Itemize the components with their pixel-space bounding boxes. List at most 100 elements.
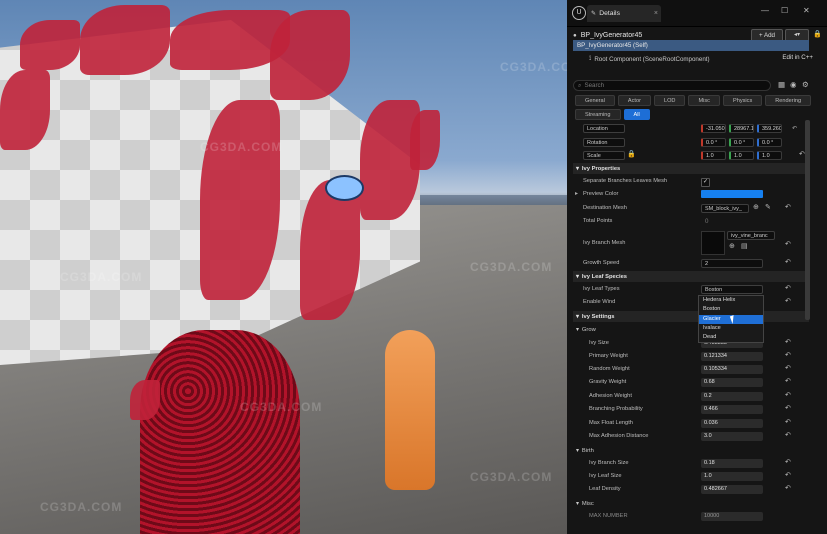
section-ivy-settings[interactable]: ▾ Ivy Settings — [573, 311, 809, 322]
filter-physics[interactable]: Physics — [722, 95, 763, 106]
destination-mesh-dropdown[interactable]: SM_block_ivy_ — [701, 204, 749, 213]
edit-in-cpp-link[interactable]: Edit in C++ — [782, 54, 813, 61]
subsection-title: Misc — [581, 500, 594, 507]
maximize-icon[interactable]: ☐ — [781, 6, 788, 15]
setting-label: Random Weight — [589, 366, 630, 372]
filter-rendering[interactable]: Rendering — [765, 95, 812, 106]
eye-icon[interactable]: ◉ — [790, 80, 797, 89]
setting-slider[interactable]: 0.482667 — [701, 485, 763, 494]
eyedropper-icon[interactable]: ✎ — [765, 203, 771, 211]
reset-arrow-icon[interactable]: ↶ — [785, 431, 791, 439]
chevron-down-icon: ▾ — [576, 165, 579, 172]
filter-misc[interactable]: Misc — [688, 95, 720, 106]
setting-slider[interactable]: 0.105334 — [701, 365, 763, 374]
reset-arrow-icon[interactable]: ↶ — [785, 471, 791, 479]
setting-slider[interactable]: 0.466 — [701, 405, 763, 414]
filter-actor[interactable]: Actor — [617, 95, 651, 106]
rotation-x-field[interactable]: 0.0 ° — [701, 138, 726, 147]
reset-arrow-icon[interactable]: ↶ — [785, 338, 791, 346]
section-ivy-properties[interactable]: ▾ Ivy Properties — [573, 163, 809, 174]
branch-mesh-thumbnail[interactable] — [701, 231, 725, 255]
setting-slider[interactable]: 0.121334 — [701, 352, 763, 361]
subsection-birth[interactable]: ▾ Birth — [573, 445, 809, 456]
setting-slider[interactable]: 0.036 — [701, 419, 763, 428]
ivy-branch-size-row: Ivy Branch Size 0.18 ↶ — [573, 458, 809, 470]
reset-arrow-icon[interactable]: ↶ — [785, 240, 791, 248]
destination-mesh-row: Destination Mesh SM_block_ivy_ ⊕ ✎ ↶ — [573, 203, 809, 215]
folder-icon[interactable]: ▤ — [741, 242, 748, 250]
panel-titlebar: U ✎ Details × — ☐ ✕ — [567, 0, 827, 27]
separate-branches-checkbox[interactable]: ✓ — [701, 178, 710, 187]
setting-slider[interactable]: 3.0 — [701, 432, 763, 441]
watermark: CG3DA.COM — [500, 60, 567, 74]
details-panel: U ✎ Details × — ☐ ✕ ● BP_IvyGenerator45 … — [567, 0, 827, 534]
scale-y-field[interactable]: 1.0 — [729, 151, 754, 160]
reset-arrow-icon[interactable]: ↶ — [785, 484, 791, 492]
lock-icon[interactable]: 🔒 — [813, 30, 822, 38]
setting-slider[interactable]: 1.0 — [701, 472, 763, 481]
dropdown-option[interactable]: Ivalace — [699, 324, 763, 333]
chevron-down-icon: ▾ — [576, 273, 579, 280]
level-viewport[interactable]: CG3DA.COM CG3DA.COM CG3DA.COM CG3DA.COM … — [0, 0, 567, 534]
filter-general[interactable]: General — [575, 95, 615, 106]
rotation-dropdown[interactable]: Rotation — [583, 138, 625, 147]
reset-arrow-icon[interactable]: ↶ — [792, 125, 797, 132]
setting-slider[interactable]: 0.68 — [701, 378, 763, 387]
scale-dropdown[interactable]: Scale — [583, 151, 625, 160]
browse-asset-icon[interactable]: ⊕ — [753, 203, 759, 211]
section-ivy-leaf-species[interactable]: ▾ Ivy Leaf Species — [573, 271, 809, 282]
branch-mesh-dropdown[interactable]: ivy_vine_branc — [727, 231, 775, 240]
location-z-field[interactable]: 359.260 — [757, 124, 782, 133]
reset-arrow-icon[interactable]: ↶ — [785, 284, 791, 292]
dropdown-option[interactable]: Hedera Helix — [699, 296, 763, 305]
filter-streaming[interactable]: Streaming — [575, 109, 621, 120]
grid-view-icon[interactable]: ▦ — [778, 80, 785, 89]
dropdown-option[interactable]: Boston — [699, 305, 763, 314]
tab-details[interactable]: ✎ Details × — [587, 5, 661, 22]
setting-slider[interactable]: 0.2 — [701, 392, 763, 401]
scale-x-field[interactable]: 1.0 — [701, 151, 726, 160]
search-input[interactable]: ⌕ Search — [573, 80, 771, 91]
reset-arrow-icon[interactable]: ↶ — [785, 297, 791, 305]
reset-arrow-icon[interactable]: ↶ — [785, 203, 791, 211]
gizmo-ellipse[interactable] — [325, 175, 364, 201]
reset-arrow-icon[interactable]: ↶ — [785, 351, 791, 359]
rotation-z-field[interactable]: 0.0 ° — [757, 138, 782, 147]
dropdown-option[interactable]: Dead — [699, 333, 763, 342]
setting-slider[interactable]: 0.18 — [701, 459, 763, 468]
setting-label: MAX NUMBER — [589, 513, 628, 519]
reset-arrow-icon[interactable]: ↶ — [785, 377, 791, 385]
reset-arrow-icon[interactable]: ↶ — [785, 458, 791, 466]
subsection-grow[interactable]: ▾ Grow — [573, 324, 809, 335]
filter-all[interactable]: All — [623, 109, 650, 120]
rotation-y-field[interactable]: 0.0 ° — [729, 138, 754, 147]
panel-scrollbar[interactable] — [805, 120, 810, 320]
location-dropdown[interactable]: Location — [583, 124, 625, 133]
growth-speed-field[interactable]: 2 — [701, 259, 763, 268]
setting-slider[interactable]: 10000 — [701, 512, 763, 521]
preview-color-swatch[interactable] — [701, 190, 763, 198]
browse-asset-icon[interactable]: ⊕ — [729, 242, 735, 250]
reset-arrow-icon[interactable]: ↶ — [785, 404, 791, 412]
enable-wind-row: Enable Wind ↶ — [573, 297, 809, 309]
reset-arrow-icon[interactable]: ↶ — [785, 258, 791, 266]
minimize-icon[interactable]: — — [761, 6, 769, 15]
component-self-row[interactable]: BP_IvyGenerator45 (Self) — [573, 40, 809, 51]
scale-lock-icon[interactable]: 🔒 — [627, 150, 636, 158]
scale-reset-icon[interactable]: ↶ — [799, 150, 805, 158]
reset-arrow-icon[interactable]: ↶ — [785, 418, 791, 426]
location-y-field[interactable]: 28967.1 — [729, 124, 754, 133]
close-tab-icon[interactable]: × — [654, 10, 658, 17]
ivy-leaf-types-dropdown[interactable]: Boston — [701, 285, 763, 294]
scale-z-field[interactable]: 1.0 — [757, 151, 782, 160]
gear-icon[interactable]: ⚙ — [802, 80, 809, 89]
subsection-misc[interactable]: ▾ Misc — [573, 498, 809, 509]
filter-lod[interactable]: LOD — [653, 95, 686, 106]
setting-label: Adhesion Weight — [589, 393, 632, 399]
reset-arrow-icon[interactable]: ↶ — [785, 364, 791, 372]
reset-arrow-icon[interactable]: ↶ — [785, 391, 791, 399]
location-x-field[interactable]: -31.050 — [701, 124, 726, 133]
max-adhesion-distance-row: Max Adhesion Distance 3.0 ↶ — [573, 431, 809, 443]
tab-details-label: Details — [599, 10, 620, 17]
close-window-icon[interactable]: ✕ — [803, 6, 810, 15]
